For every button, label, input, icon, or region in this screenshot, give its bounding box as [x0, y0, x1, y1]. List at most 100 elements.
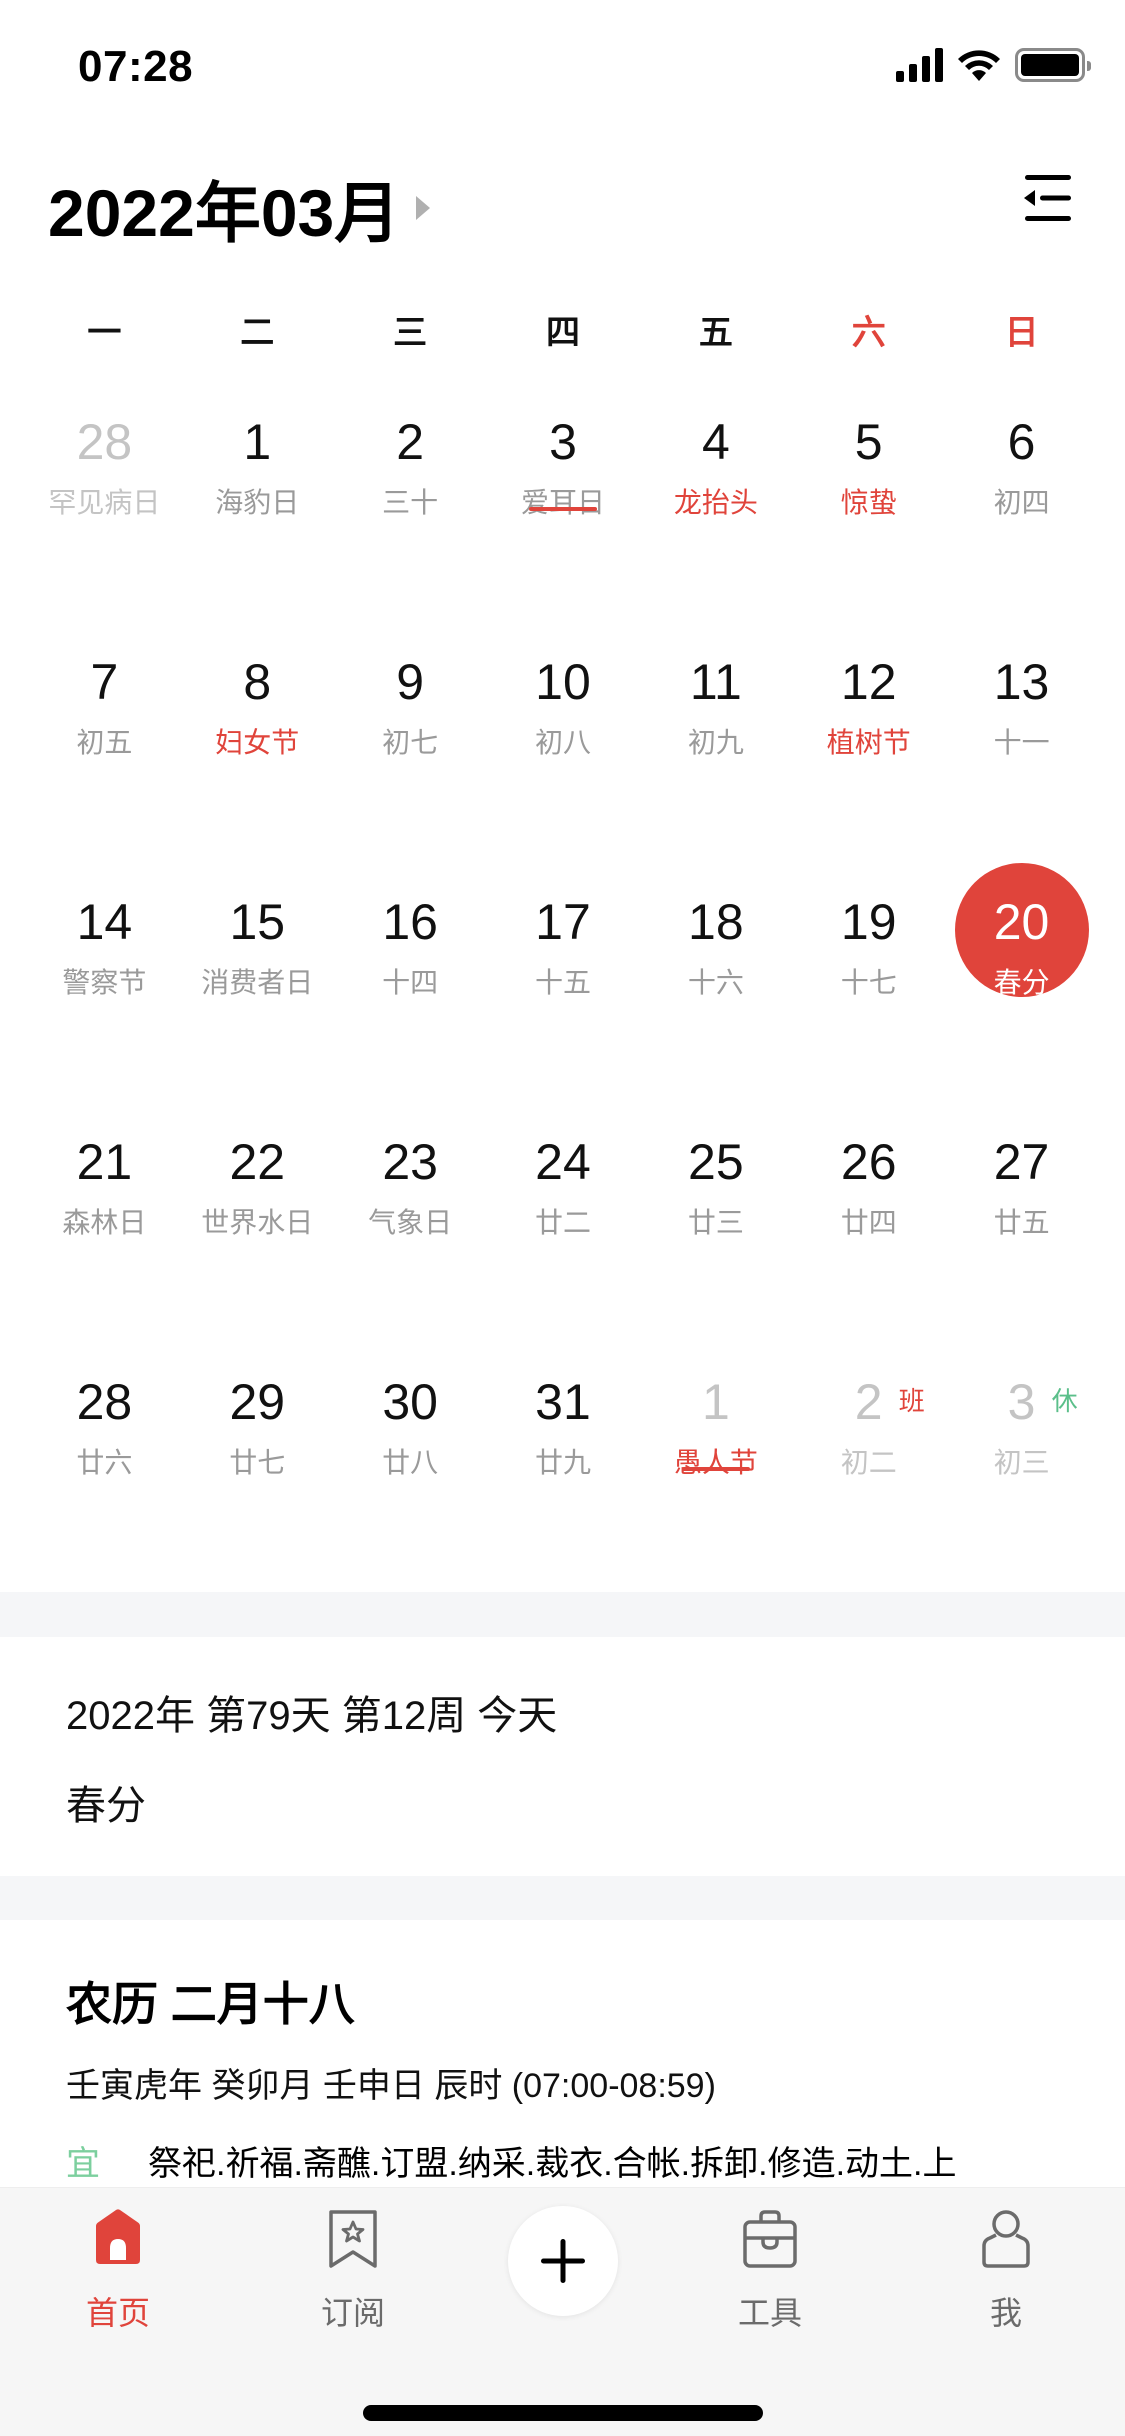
lunar-section[interactable]: 农历 二月十八 壬寅虎年 癸卯月 壬申日 辰时 (07:00-08:59) 宜 …: [0, 1920, 1125, 2190]
weekday-label: 一: [87, 314, 122, 352]
day-number: 12: [840, 654, 897, 710]
month-title: 2022年03月: [48, 176, 401, 250]
day-number: 1: [243, 414, 272, 470]
day-subtitle: 森林日: [62, 1207, 147, 1238]
day-number: 18: [688, 894, 744, 950]
home-indicator: [363, 2405, 763, 2421]
day-subtitle: 龙抬头: [673, 487, 758, 518]
day-subtitle: 妇女节: [215, 727, 300, 758]
day-subtitle: 愚人节: [673, 1447, 758, 1478]
day-subtitle: 初三: [993, 1447, 1050, 1478]
calendar-day[interactable]: 21 森林日: [28, 1115, 181, 1355]
tab-subscribe[interactable]: 订阅: [283, 2208, 423, 2334]
calendar-day[interactable]: 29 廿七: [181, 1355, 334, 1595]
day-number: 19: [840, 894, 897, 950]
status-bar: 07:28: [0, 0, 1125, 130]
day-subtitle: 警察节: [62, 967, 147, 998]
section-separator: [0, 1876, 1125, 1920]
header: 2022年03月: [0, 150, 1125, 250]
calendar-day[interactable]: 24 廿二: [487, 1115, 640, 1355]
yi-text: 祭祀.祈福.斋醮.订盟.纳采.裁衣.合帐.拆卸.修造.动土.上: [148, 2145, 957, 2183]
day-subtitle: 气象日: [368, 1207, 453, 1238]
tab-tools[interactable]: 工具: [700, 2208, 840, 2334]
day-number: 28: [76, 414, 133, 470]
calendar-day[interactable]: 3 初三休: [945, 1355, 1098, 1595]
calendar-day[interactable]: 2 三十: [334, 395, 487, 635]
calendar-day[interactable]: 6 初四: [945, 395, 1098, 635]
calendar-day[interactable]: 13 十一: [945, 635, 1098, 875]
calendar-day[interactable]: 26 廿四: [792, 1115, 945, 1355]
add-button[interactable]: [508, 2206, 618, 2316]
day-number: 28: [76, 1374, 133, 1430]
calendar-day[interactable]: 2 初二班: [792, 1355, 945, 1595]
day-subtitle: 海豹日: [215, 487, 300, 518]
calendar-day[interactable]: 28 罕见病日: [28, 395, 181, 635]
day-subtitle: 十一: [993, 727, 1050, 758]
calendar-day[interactable]: 11 初九: [639, 635, 792, 875]
day-subtitle: 罕见病日: [48, 487, 161, 518]
day-number: 5: [854, 414, 883, 470]
day-number: 9: [396, 654, 425, 710]
tab-home[interactable]: 首页: [48, 2208, 188, 2334]
event-indicator: [528, 507, 597, 511]
calendar-day[interactable]: 9 初七: [334, 635, 487, 875]
bookmark-star-icon: [329, 2210, 377, 2268]
day-subtitle: 初二: [840, 1447, 897, 1478]
weekday-label-sunday: 日: [1004, 314, 1039, 352]
calendar-day[interactable]: 31 廿九: [487, 1355, 640, 1595]
day-number: 21: [76, 1134, 133, 1190]
day-number: 4: [701, 414, 730, 470]
calendar-day[interactable]: 7 初五: [28, 635, 181, 875]
weekday-label: 四: [545, 314, 580, 352]
day-number: 1: [701, 1374, 730, 1430]
ganzhi-line: 壬寅虎年 癸卯月 壬申日 辰时 (07:00-08:59): [66, 2067, 716, 2105]
day-subtitle: 初五: [76, 727, 133, 758]
weekday-label: 三: [393, 314, 428, 352]
calendar-day[interactable]: 27 廿五: [945, 1115, 1098, 1355]
calendar-day[interactable]: 5 惊蛰: [792, 395, 945, 635]
day-subtitle: 十四: [382, 967, 439, 998]
yi-label: 宜: [66, 2145, 100, 2183]
calendar-day[interactable]: 17 十五: [487, 875, 640, 1115]
calendar-day[interactable]: 1 愚人节: [639, 1355, 792, 1595]
calendar-day[interactable]: 25 廿三: [639, 1115, 792, 1355]
caret-right-icon: [416, 196, 431, 220]
wifi-icon: [958, 50, 1000, 81]
calendar-day[interactable]: 22 世界水日: [181, 1115, 334, 1355]
day-subtitle: 初九: [687, 727, 744, 758]
cellular-signal-icon: [896, 48, 943, 82]
day-number: 27: [993, 1134, 1050, 1190]
calendar-day[interactable]: 16 十四: [334, 875, 487, 1115]
collapse-menu-icon[interactable]: [1021, 168, 1071, 228]
day-summary: 2022年 第79天 第12周 今天: [66, 1694, 558, 1738]
day-number: 10: [535, 654, 591, 710]
day-subtitle: 植树节: [826, 727, 911, 758]
month-selector[interactable]: 2022年03月: [48, 160, 431, 256]
calendar-day[interactable]: 30 廿八: [334, 1355, 487, 1595]
calendar-day[interactable]: 4 龙抬头: [639, 395, 792, 635]
day-subtitle: 廿五: [993, 1207, 1050, 1238]
calendar-day[interactable]: 14 警察节: [28, 875, 181, 1115]
day-subtitle: 廿三: [687, 1207, 744, 1238]
calendar-day[interactable]: 23 气象日: [334, 1115, 487, 1355]
calendar-day[interactable]: 3 爱耳日: [487, 395, 640, 635]
calendar-day[interactable]: 10 初八: [487, 635, 640, 875]
day-subtitle: 惊蛰: [840, 487, 897, 518]
calendar-grid: 28 罕见病日 1 海豹日 2 三十 3 爱耳日 4 龙抬头 5 惊蛰 6 初四 7 初五 8 妇女节 9 初七 10 初…: [28, 395, 1098, 1595]
tab-label: 工具: [737, 2295, 802, 2331]
calendar-day[interactable]: 8 妇女节: [181, 635, 334, 875]
rest-day-badge: 休: [1051, 1386, 1078, 1416]
tab-me[interactable]: 我: [936, 2208, 1076, 2334]
day-subtitle: 廿八: [382, 1447, 439, 1478]
day-number: 25: [688, 1134, 744, 1190]
day-subtitle: 十六: [687, 967, 744, 998]
calendar-day[interactable]: 1 海豹日: [181, 395, 334, 635]
weekday-header: 一 二 三 四 五 六 日: [28, 305, 1098, 354]
calendar-day[interactable]: 19 十七: [792, 875, 945, 1115]
status-icons: [896, 48, 1091, 82]
calendar-day[interactable]: 28 廿六: [28, 1355, 181, 1595]
calendar-day[interactable]: 18 十六: [639, 875, 792, 1115]
calendar-day[interactable]: 15 消费者日: [181, 875, 334, 1115]
calendar-day-today[interactable]: 20 春分: [945, 875, 1098, 1115]
calendar-day[interactable]: 12 植树节: [792, 635, 945, 875]
